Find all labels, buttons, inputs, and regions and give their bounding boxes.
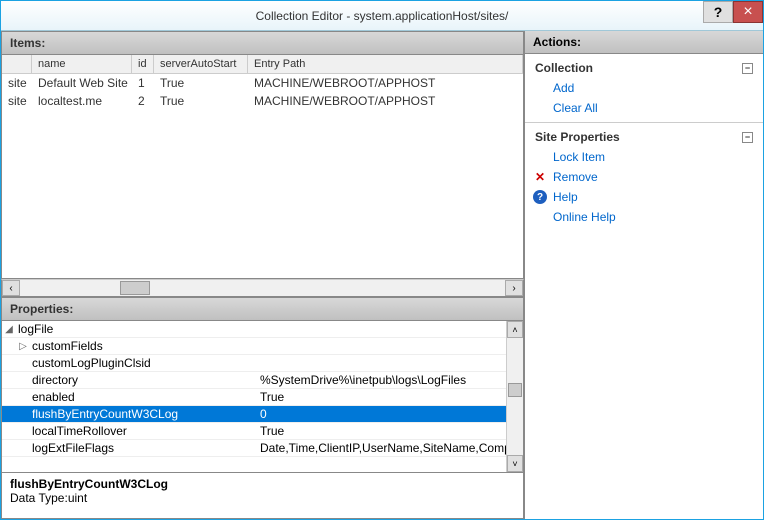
collapse-icon[interactable]: − [742, 132, 753, 143]
action-help[interactable]: ? Help [525, 187, 763, 207]
scroll-thumb[interactable] [120, 281, 150, 295]
action-label: Online Help [553, 210, 616, 224]
action-add[interactable]: Add [525, 78, 763, 98]
property-name: customLogPluginClsid [30, 356, 256, 370]
help-icon: ? [533, 190, 547, 204]
properties-header: Properties: [1, 297, 524, 321]
items-header: Items: [1, 31, 524, 55]
col-header-name[interactable]: name [32, 55, 132, 73]
action-label: Lock Item [553, 150, 605, 164]
action-lock-item[interactable]: Lock Item [525, 147, 763, 167]
group-title: Collection [535, 61, 593, 75]
cell-serverautostart: True [154, 92, 248, 110]
property-name: localTimeRollover [30, 424, 256, 438]
property-value[interactable]: True [256, 390, 506, 404]
cell-serverautostart: True [154, 74, 248, 92]
scroll-thumb[interactable] [508, 383, 522, 397]
cell-id: 1 [132, 74, 154, 92]
cell-type: site [2, 92, 32, 110]
cell-name: localtest.me [32, 92, 132, 110]
property-name: flushByEntryCountW3CLog [30, 407, 256, 421]
scroll-up-icon[interactable]: ˄ [507, 321, 523, 338]
window-title: Collection Editor - system.applicationHo… [1, 9, 763, 23]
property-row[interactable]: enabledTrue [2, 389, 506, 406]
table-row[interactable]: siteDefault Web Site1TrueMACHINE/WEBROOT… [2, 74, 523, 92]
action-online-help[interactable]: Online Help [525, 207, 763, 227]
items-hscrollbar[interactable]: ‹ › [1, 279, 524, 297]
scroll-down-icon[interactable]: ˅ [507, 455, 523, 472]
properties-grid[interactable]: ◢ logFile ▷customFieldscustomLogPluginCl… [1, 321, 524, 473]
property-name: logExtFileFlags [30, 441, 256, 455]
property-row[interactable]: directory%SystemDrive%\inetpub\logs\LogF… [2, 372, 506, 389]
property-name: enabled [30, 390, 256, 404]
grid-header-row: name id serverAutoStart Entry Path [2, 55, 523, 74]
action-clear-all[interactable]: Clear All [525, 98, 763, 118]
col-header-entrypath[interactable]: Entry Path [248, 55, 523, 73]
description-title: flushByEntryCountW3CLog [10, 477, 515, 491]
action-remove[interactable]: ✕ Remove [525, 167, 763, 187]
col-header-type[interactable] [2, 55, 32, 73]
property-row[interactable]: logExtFileFlagsDate,Time,ClientIP,UserNa… [2, 440, 506, 457]
property-root[interactable]: ◢ logFile [2, 321, 506, 338]
items-grid[interactable]: name id serverAutoStart Entry Path siteD… [1, 55, 524, 279]
cell-entrypath: MACHINE/WEBROOT/APPHOST [248, 74, 523, 92]
property-row[interactable]: ▷customFields [2, 338, 506, 355]
description-type: Data Type:uint [10, 491, 515, 505]
x-icon: ✕ [533, 170, 547, 184]
action-group-siteprops: Site Properties − Lock Item ✕ Remove? Help O… [525, 127, 763, 231]
help-button[interactable]: ? [703, 1, 733, 23]
scroll-right-icon[interactable]: › [505, 280, 523, 296]
scroll-left-icon[interactable]: ‹ [2, 280, 20, 296]
action-group-collection: Collection − AddClear All [525, 58, 763, 123]
cell-type: site [2, 74, 32, 92]
col-header-serverautostart[interactable]: serverAutoStart [154, 55, 248, 73]
properties-vscrollbar[interactable]: ˄ ˅ [506, 321, 523, 472]
collapse-icon[interactable]: − [742, 63, 753, 74]
close-button[interactable]: × [733, 1, 763, 23]
cell-entrypath: MACHINE/WEBROOT/APPHOST [248, 92, 523, 110]
table-row[interactable]: sitelocaltest.me2TrueMACHINE/WEBROOT/APP… [2, 92, 523, 110]
actions-header: Actions: [525, 31, 763, 54]
description-panel: flushByEntryCountW3CLog Data Type:uint [1, 473, 524, 519]
property-value[interactable]: 0 [256, 407, 506, 421]
property-row[interactable]: flushByEntryCountW3CLog0 [2, 406, 506, 423]
property-value[interactable]: True [256, 424, 506, 438]
group-title: Site Properties [535, 130, 620, 144]
property-name: logFile [16, 322, 256, 336]
expand-icon[interactable]: ▷ [16, 341, 30, 352]
property-value[interactable]: Date,Time,ClientIP,UserName,SiteName,Com… [256, 441, 506, 455]
action-label: Remove [553, 170, 598, 184]
titlebar: Collection Editor - system.applicationHo… [1, 1, 763, 31]
cell-name: Default Web Site [32, 74, 132, 92]
property-name: directory [30, 373, 256, 387]
cell-id: 2 [132, 92, 154, 110]
col-header-id[interactable]: id [132, 55, 154, 73]
property-value[interactable]: %SystemDrive%\inetpub\logs\LogFiles [256, 373, 506, 387]
property-name: customFields [30, 339, 256, 353]
property-row[interactable]: localTimeRolloverTrue [2, 423, 506, 440]
collapse-icon[interactable]: ◢ [2, 324, 16, 335]
action-label: Help [553, 190, 578, 204]
property-row[interactable]: customLogPluginClsid [2, 355, 506, 372]
